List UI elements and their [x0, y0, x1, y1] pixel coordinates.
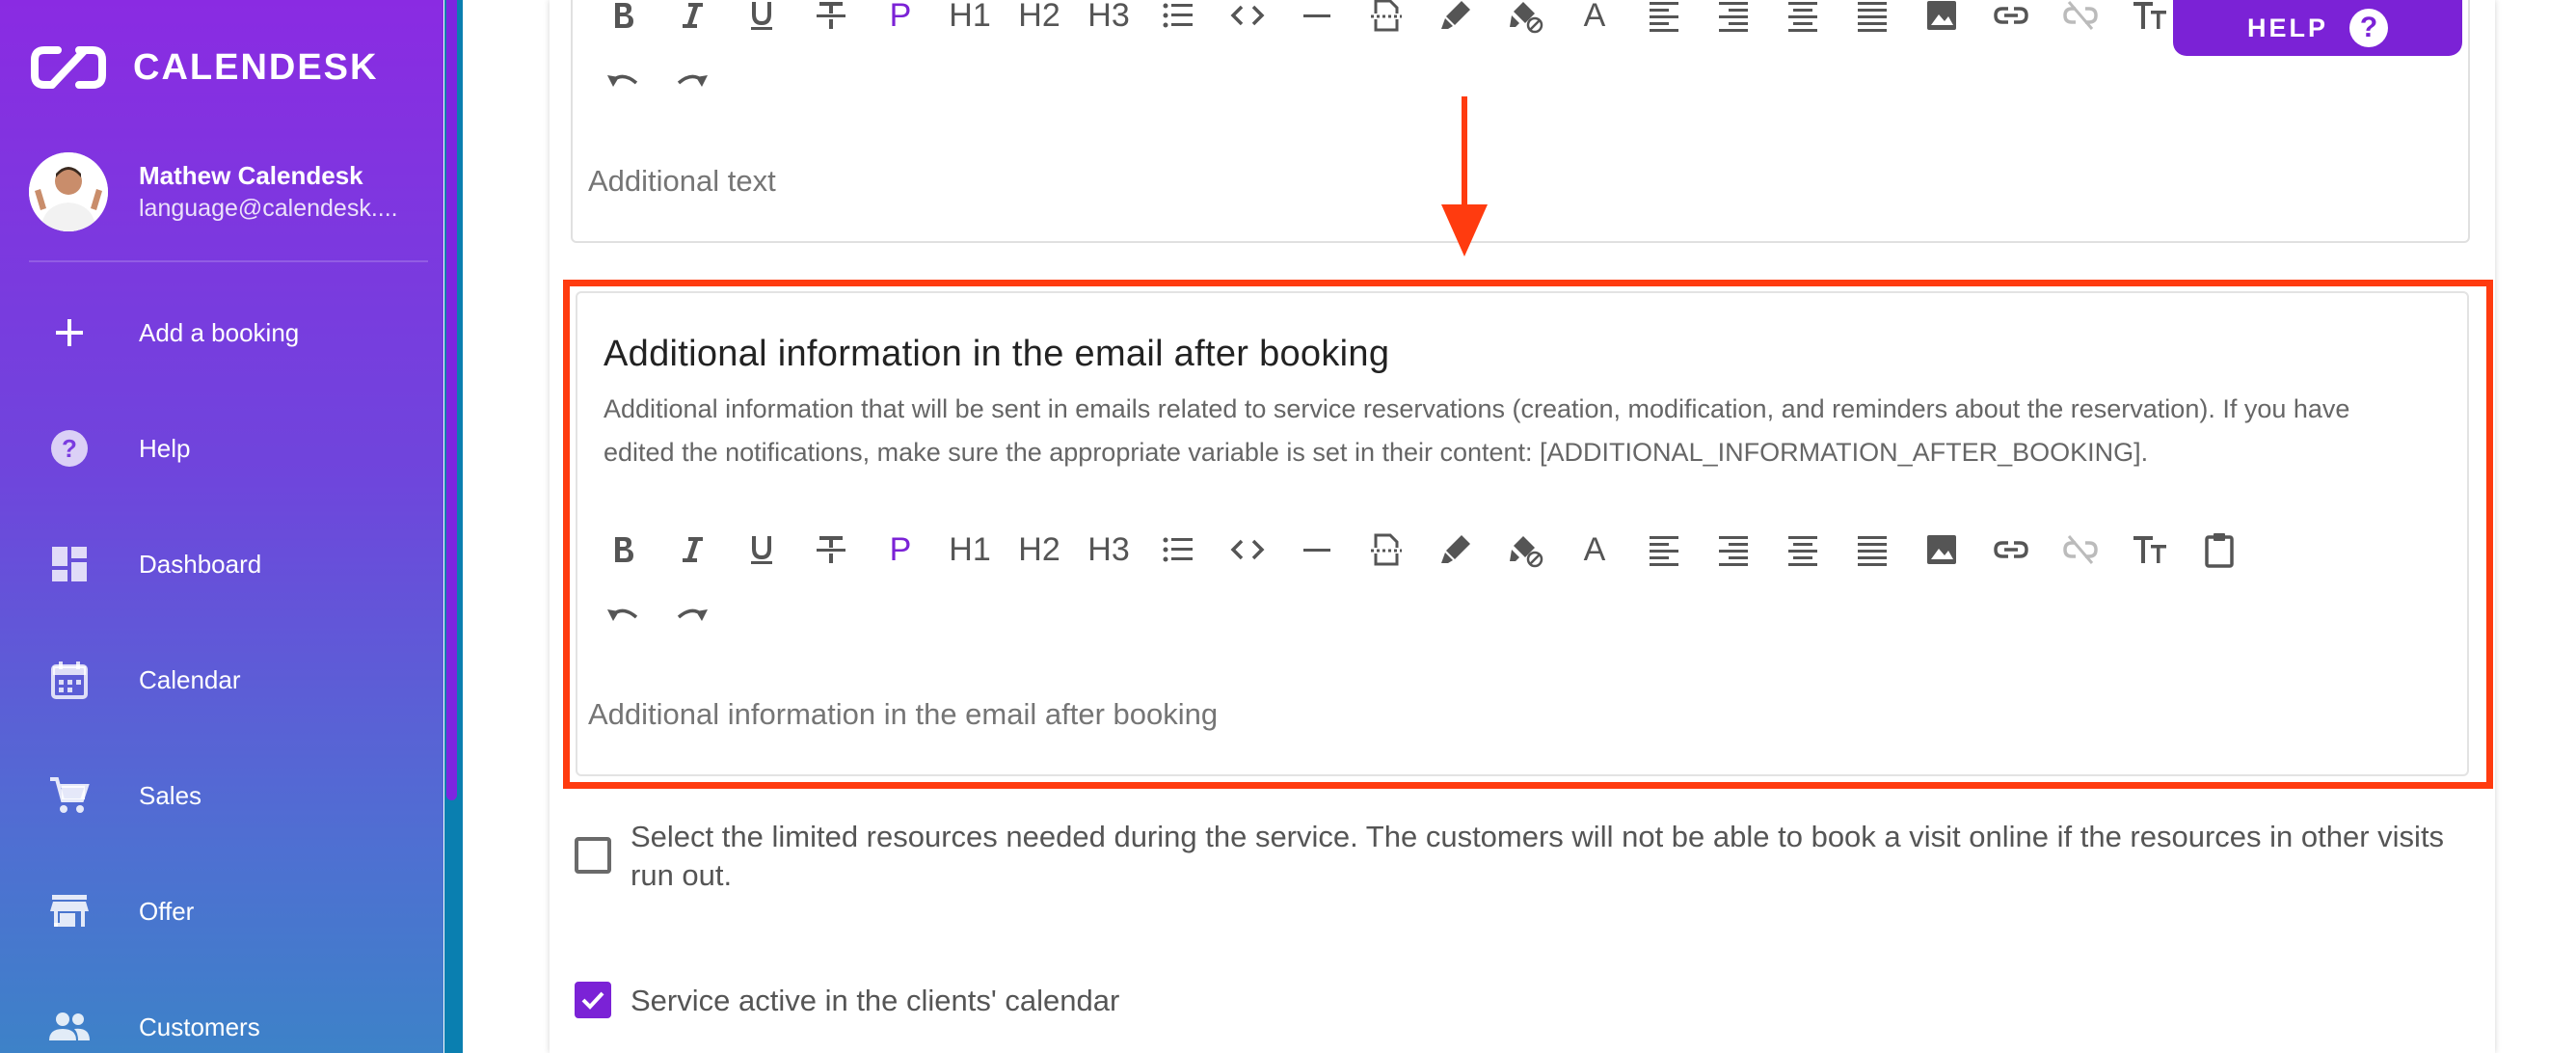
svg-text:?: ? [62, 434, 77, 463]
sidebar-item-label: Calendar [139, 664, 241, 694]
sidebar-item-help[interactable]: ? Help [0, 410, 443, 487]
additional-text-placeholder: Additional text [588, 164, 776, 198]
align-left-button[interactable] [1629, 0, 1699, 39]
format-clear-icon [1510, 2, 1543, 34]
sidebar-item-add-booking[interactable]: Add a booking [0, 294, 443, 371]
top-editor-toolbar-row2 [588, 62, 727, 108]
sidebar-item-sales[interactable]: Sales [0, 757, 443, 834]
horizontal-rule-button[interactable] [1282, 0, 1352, 39]
sidebar-item-calendar[interactable]: Calendar [0, 641, 443, 718]
strikethrough-icon [817, 2, 845, 29]
sidebar-item-customers[interactable]: Customers [0, 988, 443, 1053]
paragraph-button[interactable]: P [866, 0, 935, 39]
limited-resources-checkbox[interactable] [575, 837, 611, 874]
align-center-icon [1788, 2, 1817, 32]
people-icon [48, 1006, 91, 1048]
code-button[interactable] [1213, 0, 1282, 39]
sidebar-item-label: Help [139, 433, 191, 463]
user-name: Mathew Calendesk [139, 160, 363, 190]
sidebar-item-label: Customers [139, 1012, 260, 1041]
help-circle-icon: ? [48, 427, 91, 470]
sidebar-divider [29, 260, 428, 262]
align-center-button[interactable] [1768, 0, 1838, 39]
service-active-checkbox[interactable] [575, 982, 611, 1018]
calendar-icon [48, 659, 91, 701]
limited-resources-option[interactable]: Select the limited resources needed duri… [575, 818, 2445, 895]
brand[interactable]: CALENDESK [29, 42, 378, 93]
sidebar-item-offer[interactable]: Offer [0, 873, 443, 950]
sidebar: CALENDESK Mathew Calendesk language@cale… [0, 0, 443, 1053]
heading3-button[interactable]: H3 [1074, 0, 1143, 39]
redo-button[interactable] [657, 62, 727, 108]
font-size-icon [2133, 2, 2166, 29]
bullet-list-icon [1163, 3, 1193, 28]
sidebar-item-label: Add a booking [139, 317, 300, 347]
bold-icon [615, 3, 633, 28]
cart-icon [48, 774, 91, 817]
heading3-label: H3 [1087, 0, 1130, 34]
marker-icon [1441, 1, 1470, 29]
heading1-label: H1 [949, 0, 991, 34]
code-icon [1230, 5, 1265, 26]
unlink-icon [2063, 1, 2098, 30]
top-editor-toolbar: P H1 H2 H3 A [588, 0, 2185, 39]
link-button[interactable] [1976, 0, 2046, 39]
italic-icon [683, 3, 703, 28]
service-active-option[interactable]: Service active in the clients' calendar [575, 982, 1119, 1020]
check-icon [581, 991, 604, 1010]
paragraph-label: P [889, 0, 912, 34]
unlink-button[interactable] [2046, 0, 2115, 39]
link-icon [1994, 7, 2028, 24]
heading1-button[interactable]: H1 [935, 0, 1005, 39]
underline-icon [751, 2, 772, 30]
align-justify-button[interactable] [1838, 0, 1907, 39]
sidebar-item-label: Offer [139, 896, 195, 926]
sidebar-item-label: Dashboard [139, 549, 262, 579]
bullet-list-button[interactable] [1143, 0, 1213, 39]
user-profile[interactable]: Mathew Calendesk language@calendesk.... [29, 150, 428, 233]
plus-icon [48, 311, 91, 354]
app-root: CALENDESK Mathew Calendesk language@cale… [0, 0, 2576, 1053]
heading2-button[interactable]: H2 [1005, 0, 1074, 39]
brand-name: CALENDESK [133, 46, 379, 88]
limited-resources-label: Select the limited resources needed duri… [631, 820, 2445, 892]
undo-button[interactable] [588, 62, 657, 108]
dashboard-icon [48, 543, 91, 585]
bold-button[interactable] [588, 0, 657, 39]
annotation-arrow-icon [1441, 96, 1488, 256]
help-question-icon: ? [2349, 9, 2388, 47]
align-right-icon [1719, 2, 1748, 32]
font-color-button[interactable]: A [1560, 0, 1629, 39]
italic-button[interactable] [657, 0, 727, 39]
calendesk-logo-icon [31, 46, 106, 89]
sidebar-scrollbar-thumb[interactable] [446, 0, 457, 800]
align-justify-icon [1858, 2, 1887, 32]
service-active-label: Service active in the clients' calendar [631, 984, 1120, 1017]
align-right-button[interactable] [1699, 0, 1768, 39]
sidebar-item-dashboard[interactable]: Dashboard [0, 526, 443, 603]
highlight-button[interactable] [1421, 0, 1490, 39]
strikethrough-button[interactable] [796, 0, 866, 39]
user-email: language@calendesk.... [139, 194, 398, 222]
store-icon [48, 890, 91, 932]
heading2-label: H2 [1018, 0, 1060, 34]
page-break-icon [1371, 0, 1402, 32]
redo-icon [677, 74, 708, 87]
undo-icon [607, 74, 638, 87]
help-label: HELP [2246, 13, 2328, 42]
user-photo-icon [29, 152, 108, 231]
underline-button[interactable] [727, 0, 796, 39]
avatar[interactable] [29, 152, 108, 231]
page-break-button[interactable] [1352, 0, 1421, 39]
annotation-highlight-frame [563, 280, 2493, 789]
font-color-label: A [1583, 0, 1606, 34]
sidebar-item-label: Sales [139, 780, 202, 810]
clear-format-button[interactable] [1490, 0, 1560, 39]
horizontal-rule-icon [1303, 14, 1330, 17]
help-button[interactable]: HELP ? [2173, 0, 2462, 56]
image-button[interactable] [1907, 0, 1976, 39]
image-icon [1927, 1, 1956, 30]
align-left-icon [1650, 2, 1678, 32]
